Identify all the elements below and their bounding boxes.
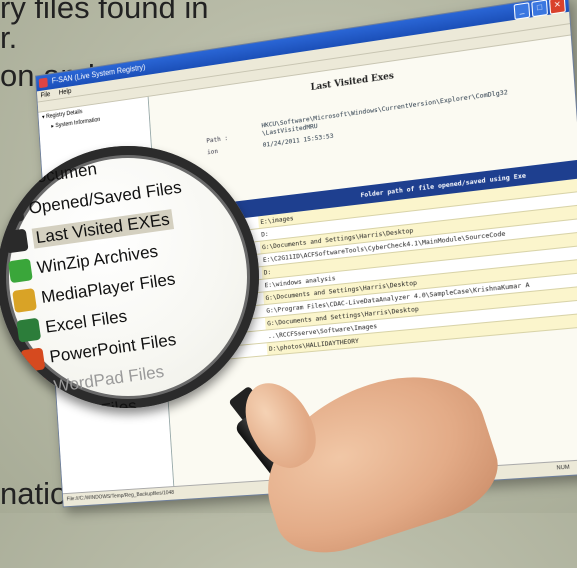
wordpad-icon [24, 377, 50, 403]
marketing-text-line-1: ry files found in [0, 0, 209, 25]
paint-icon [28, 406, 54, 408]
folder-icon [12, 288, 37, 313]
powerpoint-icon [20, 347, 46, 373]
checkmark-icon [3, 228, 29, 254]
num-lock-indicator: NUM [556, 464, 570, 472]
marketing-text-line-2: r. [0, 20, 18, 55]
excel-icon [16, 317, 42, 343]
document-icon [0, 169, 21, 195]
last-visited-table: Exe Folder path of file opened/saved usi… [210, 152, 577, 361]
menu-file[interactable]: File [40, 91, 50, 99]
app-icon [38, 77, 48, 89]
maximize-button[interactable]: □ [531, 0, 549, 18]
minimize-button[interactable]: _ [513, 2, 531, 20]
status-path: File:///C:/WINDOWS/Temp/Reg_Backupfiles/… [66, 489, 175, 503]
menu-help[interactable]: Help [59, 88, 72, 96]
checkmark-icon [0, 198, 25, 224]
magnified-menu-list: Documen Opened/Saved Files Last Visited EX… [0, 146, 259, 408]
magnifier-lens: Documen Opened/Saved Files Last Visited EX… [0, 146, 259, 408]
close-button[interactable]: ✕ [549, 0, 566, 15]
green-check-icon [7, 258, 33, 284]
